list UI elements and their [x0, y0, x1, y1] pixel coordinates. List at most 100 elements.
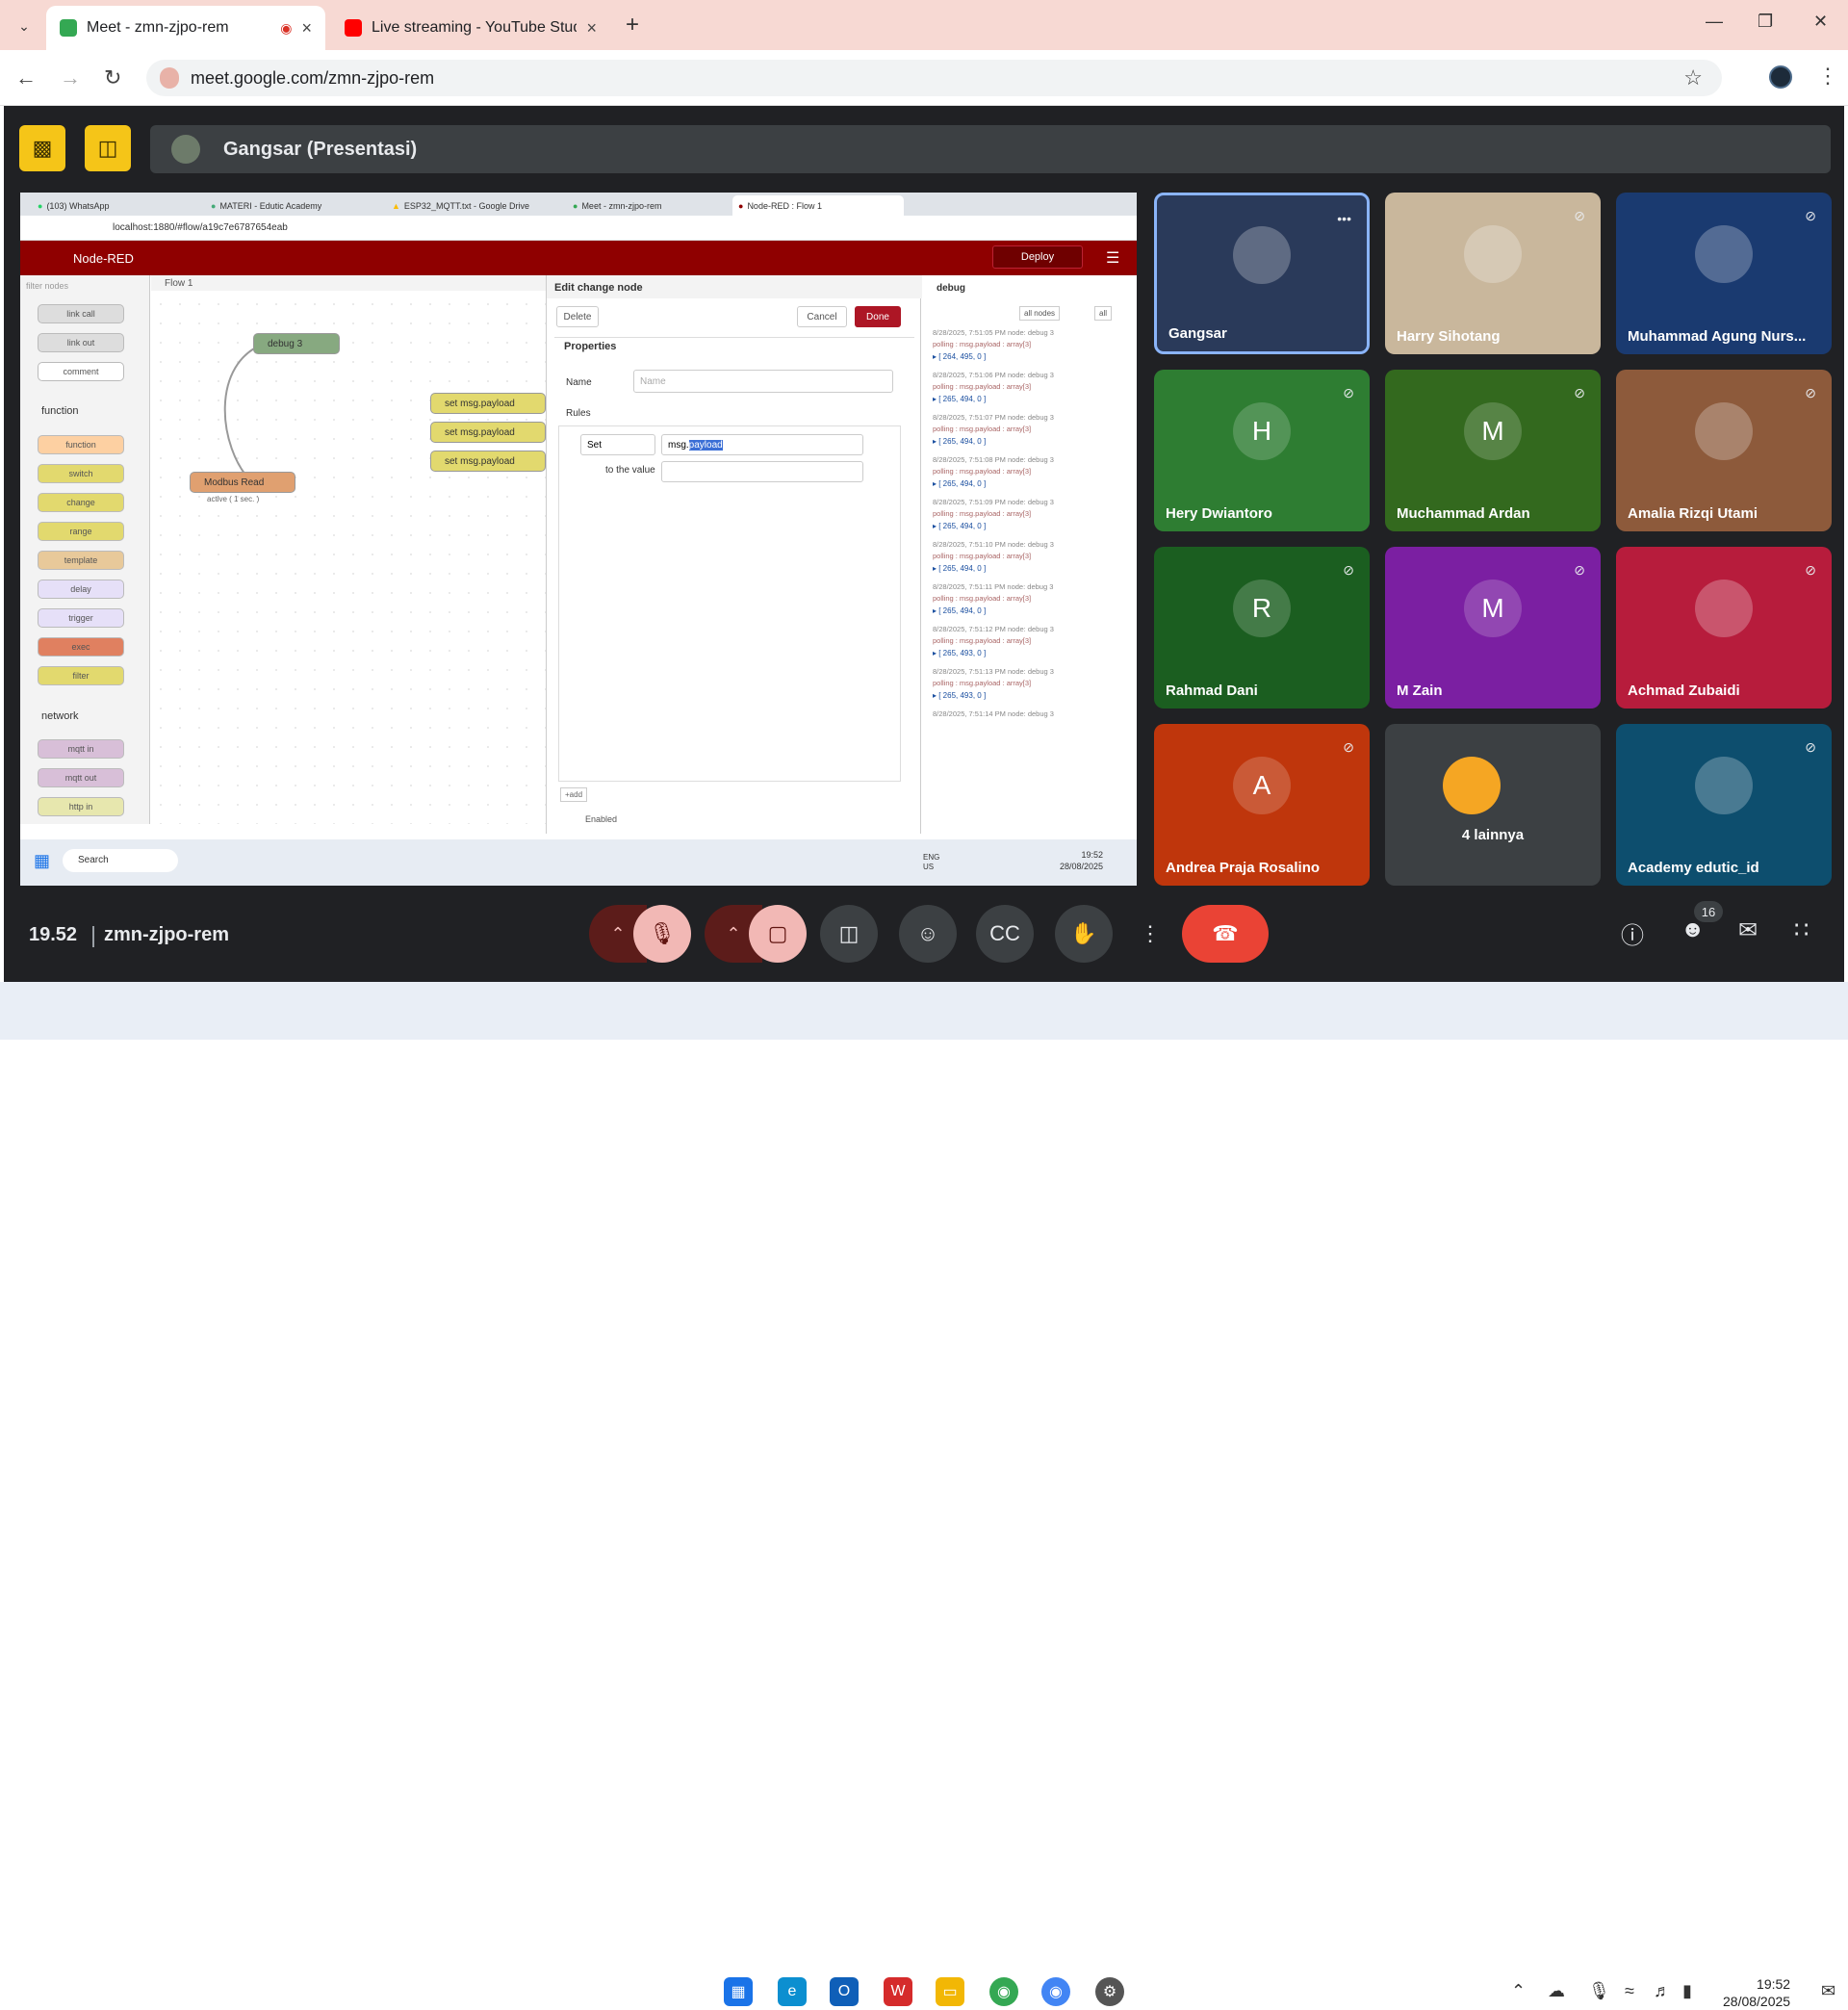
mic-in-use-icon[interactable]	[160, 67, 179, 89]
mic-muted-icon: ⊘	[1805, 208, 1816, 223]
tray-chevron-icon[interactable]: ⌃	[1511, 1981, 1526, 2001]
activities-icon[interactable]: ∷	[1794, 916, 1809, 944]
debug-message-topic: polling : msg.payload : array[3]	[933, 509, 1032, 518]
restore-button[interactable]: ❐	[1758, 12, 1773, 32]
browser-menu-icon[interactable]: ⋮	[1817, 64, 1838, 89]
debug-message-topic: polling : msg.payload : array[3]	[933, 382, 1032, 391]
forward-button[interactable]: →	[60, 65, 81, 90]
participant-name: Harry Sihotang	[1397, 328, 1501, 345]
wifi-icon[interactable]: ≈	[1625, 1981, 1634, 2001]
debug-message-value: ▸ [ 265, 494, 0 ]	[933, 522, 987, 530]
reload-button[interactable]: ↻	[104, 65, 121, 90]
shared-tab-title: Node-RED : Flow 1	[747, 200, 822, 211]
editor-title: Edit change node	[547, 275, 922, 298]
start-icon[interactable]: ▦	[724, 1977, 753, 2006]
new-tab-button[interactable]: +	[626, 12, 639, 39]
participant-initial: M	[1464, 401, 1522, 460]
mic-muted-icon: ⊘	[1574, 385, 1585, 400]
tab-title: Live streaming - YouTube Studi	[372, 19, 578, 36]
participant-tile[interactable]: Achmad Zubaidi ⊘	[1616, 547, 1832, 709]
debug-message-topic: polling : msg.payload : array[3]	[933, 425, 1032, 433]
participant-tile[interactable]: Academy edutic_id ⊘	[1616, 724, 1832, 886]
wps-office-icon[interactable]: W	[884, 1977, 912, 2006]
shared-tab: ● Node-RED : Flow 1	[732, 195, 904, 216]
chat-icon[interactable]: ✉	[1738, 916, 1758, 944]
palette-node: filter	[38, 666, 124, 685]
target-value: payload	[688, 440, 723, 451]
meeting-clock: 19.52	[29, 924, 78, 945]
wire	[223, 342, 268, 482]
shared-tab-title: MATERI - Edutic Academy	[219, 200, 322, 211]
mic-tray-icon[interactable]: 🎙	[1588, 1981, 1610, 2001]
camera-off-button[interactable]: ▢	[749, 905, 807, 963]
layout-toggle-icon[interactable]: ▩	[19, 125, 65, 171]
present-button[interactable]: ◫	[820, 905, 878, 963]
palette-node: exec	[38, 637, 124, 657]
captions-button[interactable]: CC	[976, 905, 1034, 963]
participant-tile[interactable]: M Muchammad Ardan ⊘	[1385, 370, 1601, 531]
add-rule-button: +add	[560, 787, 588, 802]
participant-tile[interactable]: A Andrea Praja Rosalino ⊘	[1154, 724, 1370, 886]
meeting-info-icon[interactable]: ⓘ	[1621, 916, 1644, 950]
address-bar[interactable]: meet.google.com/zmn-zjpo-rem ☆	[146, 60, 1722, 96]
file-explorer-icon[interactable]: ▭	[936, 1977, 964, 2006]
participant-tile[interactable]: Muhammad Agung Nurs... ⊘	[1616, 193, 1832, 354]
tab-meet[interactable]: Meet - zmn-zjpo-rem ◉ ×	[46, 6, 325, 50]
close-tab-icon[interactable]: ×	[586, 18, 597, 39]
debug-message-header: 8/28/2025, 7:51:08 PM node: debug 3	[933, 455, 1054, 464]
notifications-icon[interactable]: ✉	[1821, 1981, 1835, 2001]
debug-message-header: 8/28/2025, 7:51:09 PM node: debug 3	[933, 498, 1054, 506]
tab-youtube[interactable]: Live streaming - YouTube Studi ×	[331, 6, 610, 50]
debug-message-topic: polling : msg.payload : array[3]	[933, 340, 1032, 348]
mic-muted-icon: ⊘	[1343, 562, 1354, 578]
shared-tab-strip: ● (103) WhatsApp ● MATERI - Edutic Academy…	[20, 193, 1137, 216]
start-icon: ▦	[34, 851, 51, 870]
app-icon[interactable]: ⚙	[1095, 1977, 1124, 2006]
debug-message-value: ▸ [ 265, 493, 0 ]	[933, 691, 987, 700]
debug-message-value: ▸ [ 264, 495, 0 ]	[933, 352, 987, 361]
reactions-button[interactable]: ☺	[899, 905, 957, 963]
shared-tab-title: Meet - zmn-zjpo-rem	[581, 200, 662, 211]
onedrive-icon[interactable]: ☁	[1548, 1981, 1565, 2001]
close-window-button[interactable]: ✕	[1813, 12, 1828, 32]
leave-call-button[interactable]: ☎	[1182, 905, 1269, 963]
people-icon[interactable]: ☻	[1681, 916, 1705, 943]
bookmark-star-icon[interactable]: ☆	[1683, 65, 1703, 90]
pin-layout-icon[interactable]: ◫	[85, 125, 131, 171]
participant-tile[interactable]: 4 lainnya	[1385, 724, 1601, 886]
shared-taskbar: ▦ Search ENG US 19:52 28/08/2025	[20, 839, 1137, 886]
more-options-button[interactable]: ⋮	[1126, 905, 1174, 963]
windows-clock[interactable]: 19:52 28/08/2025	[1723, 1975, 1790, 2010]
close-tab-icon[interactable]: ×	[301, 18, 312, 39]
participant-tile[interactable]: Gangsar •••	[1154, 193, 1370, 354]
chrome-icon[interactable]: ◉	[989, 1977, 1018, 2006]
debug-filter: all nodes	[1019, 306, 1061, 321]
minimize-button[interactable]: —	[1706, 12, 1723, 32]
mic-muted-icon: ⊘	[1805, 385, 1816, 400]
change-node-editor: Edit change node Delete Cancel Done Prop…	[546, 275, 922, 834]
chrome-active-icon[interactable]: ◉	[1041, 1977, 1070, 2006]
volume-icon[interactable]: ♬	[1654, 1981, 1671, 2001]
participant-tile[interactable]: Harry Sihotang ⊘	[1385, 193, 1601, 354]
palette-node: http in	[38, 797, 124, 816]
nodered-title: Node-RED	[73, 250, 134, 266]
profile-avatar[interactable]	[1769, 65, 1792, 89]
shared-tab: ▲ ESP32_MQTT.txt - Google Drive	[392, 200, 529, 211]
back-button[interactable]: ←	[15, 65, 37, 90]
divider	[92, 926, 94, 947]
participant-tile[interactable]: R Rahmad Dani ⊘	[1154, 547, 1370, 709]
battery-icon[interactable]: ▮	[1682, 1981, 1692, 2001]
participant-tile[interactable]: Amalia Rizqi Utami ⊘	[1616, 370, 1832, 531]
rule-to-label: to the value	[605, 465, 655, 476]
outlook-icon[interactable]: O	[830, 1977, 859, 2006]
mic-off-button[interactable]: 🎙	[633, 905, 691, 963]
meet-top-bar: ▩ ◫ Gangsar (Presentasi)	[4, 106, 1844, 179]
participant-tile[interactable]: H Hery Dwiantoro ⊘	[1154, 370, 1370, 531]
edge-icon[interactable]: e	[778, 1977, 807, 2006]
raise-hand-button[interactable]: ✋	[1055, 905, 1113, 963]
tab-search-button[interactable]: ⌄	[8, 12, 40, 40]
palette-node: link out	[38, 333, 124, 352]
shared-address-bar: localhost:1880/#flow/a19c7e6787654eab	[20, 216, 1137, 241]
more-options-icon[interactable]: •••	[1337, 211, 1351, 226]
participant-tile[interactable]: M M Zain ⊘	[1385, 547, 1601, 709]
